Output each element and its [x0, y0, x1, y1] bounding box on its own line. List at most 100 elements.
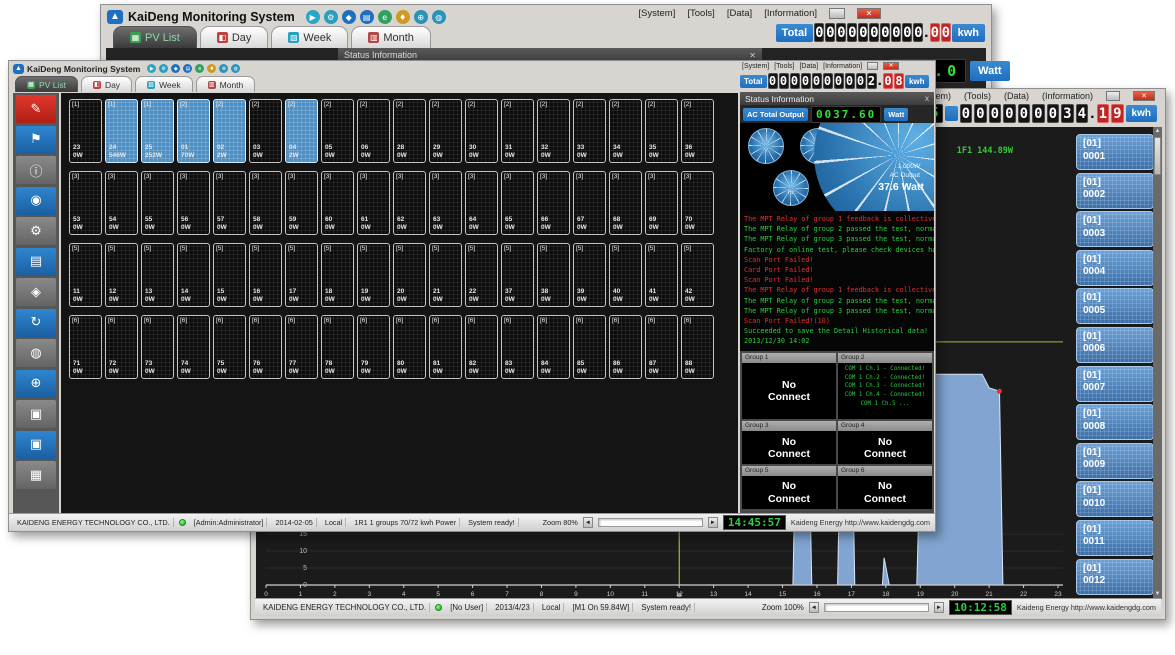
website-link[interactable]: Kaideng Energy http://www.kaidengdg.com: [1017, 603, 1156, 612]
pv-module-cell[interactable]: [5]390W: [573, 243, 606, 307]
inverter-list-item[interactable]: [01]0008: [1076, 404, 1154, 440]
lock-icon[interactable]: ◆: [171, 64, 180, 73]
tab-pv-list[interactable]: ▦PV List: [113, 26, 197, 48]
pv-module-cell[interactable]: [2]350W: [645, 99, 678, 163]
pv-module-cell[interactable]: [6]750W: [213, 315, 246, 379]
pv-module-cell[interactable]: [5]370W: [501, 243, 534, 307]
zoom-in-button[interactable]: ►: [934, 602, 944, 613]
tab-month[interactable]: ▥Month: [196, 76, 256, 92]
pv-module-cell[interactable]: [2]280W: [393, 99, 426, 163]
drop-icon[interactable]: ◍: [16, 339, 56, 367]
pv-module-cell[interactable]: [2]042W: [285, 99, 318, 163]
pv-module-cell[interactable]: [6]810W: [429, 315, 462, 379]
minimize-button[interactable]: [1106, 91, 1120, 101]
pv-module-cell[interactable]: [6]730W: [141, 315, 174, 379]
pv-module-cell[interactable]: [2]290W: [429, 99, 462, 163]
pv-module-cell[interactable]: [5]210W: [429, 243, 462, 307]
pv-module-cell[interactable]: [6]870W: [645, 315, 678, 379]
pv-module-cell[interactable]: [2]320W: [537, 99, 570, 163]
pv-module-cell[interactable]: [3]640W: [465, 171, 498, 235]
pv-module-cell[interactable]: [3]680W: [609, 171, 642, 235]
pv-module-cell[interactable]: [3]550W: [141, 171, 174, 235]
list-scrollbar[interactable]: ▲ ▼: [1153, 127, 1162, 599]
pv-module-cell[interactable]: [5]130W: [141, 243, 174, 307]
pv-module-cell[interactable]: [6]760W: [249, 315, 282, 379]
book-icon[interactable]: ▤: [360, 10, 374, 24]
pv-module-cell[interactable]: [6]860W: [609, 315, 642, 379]
pv-module-cell[interactable]: [2]060W: [357, 99, 390, 163]
pv-module-cell[interactable]: [3]670W: [573, 171, 606, 235]
flag-icon[interactable]: ⚑: [16, 126, 56, 154]
pv-module-cell[interactable]: [2]300W: [465, 99, 498, 163]
inverter-list-item[interactable]: [01]0002: [1076, 173, 1154, 209]
pv-module-cell[interactable]: [2]310W: [501, 99, 534, 163]
pv-module-cell[interactable]: [3]630W: [429, 171, 462, 235]
pv-module-cell[interactable]: [2]050W: [321, 99, 354, 163]
pv-module-cell[interactable]: [6]720W: [105, 315, 138, 379]
pv-module-cell[interactable]: [1]24546W: [105, 99, 138, 163]
pv-module-cell[interactable]: [5]380W: [537, 243, 570, 307]
pv-module-cell[interactable]: [6]840W: [537, 315, 570, 379]
menu-data[interactable]: [Data]: [727, 8, 752, 19]
shield-icon[interactable]: ◈: [16, 278, 56, 306]
inverter-list-item[interactable]: [01]0003: [1076, 211, 1154, 247]
pin-icon[interactable]: ♦: [207, 64, 216, 73]
inverter-list-item[interactable]: [01]0011: [1076, 520, 1154, 556]
pv-module-cell[interactable]: [2]030W: [249, 99, 282, 163]
pv-module-cell[interactable]: [6]800W: [393, 315, 426, 379]
tab-week[interactable]: ▧Week: [271, 26, 348, 48]
scroll-up-icon[interactable]: ▲: [1155, 127, 1161, 136]
lock-icon[interactable]: ◆: [342, 10, 356, 24]
tab-day[interactable]: ◧Day: [81, 76, 132, 92]
pv-module-cell[interactable]: [1]25252W: [141, 99, 174, 163]
menu-tools[interactable]: (Tools): [964, 91, 991, 101]
menu-data[interactable]: [Data]: [799, 63, 818, 70]
pv-module-cell[interactable]: [3]660W: [537, 171, 570, 235]
pv-module-cell[interactable]: [5]410W: [645, 243, 678, 307]
save-icon[interactable]: ▦: [16, 461, 56, 489]
close-button[interactable]: ✕: [857, 8, 881, 19]
pv-module-cell[interactable]: [5]420W: [681, 243, 714, 307]
zoom-out-button[interactable]: ◄: [809, 602, 819, 613]
book-icon[interactable]: ▤: [183, 64, 192, 73]
pv-module-cell[interactable]: [3]590W: [285, 171, 318, 235]
pv-module-cell[interactable]: [5]200W: [393, 243, 426, 307]
inverter-list-item[interactable]: [01]0009: [1076, 443, 1154, 479]
pv-module-cell[interactable]: [5]180W: [321, 243, 354, 307]
info-icon[interactable]: ⓘ: [16, 156, 56, 184]
settings-icon[interactable]: ⚙: [324, 10, 338, 24]
pv-module-cell[interactable]: [3]690W: [645, 171, 678, 235]
website-link[interactable]: Kaideng Energy http://www.kaidengdg.com: [791, 518, 930, 527]
pv-module-cell[interactable]: [6]880W: [681, 315, 714, 379]
e-icon[interactable]: e: [195, 64, 204, 73]
pv-module-cell[interactable]: [3]700W: [681, 171, 714, 235]
network-icon[interactable]: ⊕: [16, 370, 56, 398]
zoom-slider[interactable]: [824, 603, 929, 612]
pv-module-cell[interactable]: [2]022W: [213, 99, 246, 163]
pv-module-cell[interactable]: [5]120W: [105, 243, 138, 307]
pv-module-cell[interactable]: [6]770W: [285, 315, 318, 379]
pv-module-cell[interactable]: [1]230W: [69, 99, 102, 163]
pv-module-cell[interactable]: [2]360W: [681, 99, 714, 163]
pv-module-cell[interactable]: [3]600W: [321, 171, 354, 235]
pen-icon[interactable]: ✎: [16, 95, 56, 123]
pv-module-cell[interactable]: [2]330W: [573, 99, 606, 163]
e-icon[interactable]: e: [378, 10, 392, 24]
inverter-list-item[interactable]: [01]0001: [1076, 134, 1154, 170]
pv-module-cell[interactable]: [5]170W: [285, 243, 318, 307]
pv-module-cell[interactable]: [6]780W: [321, 315, 354, 379]
menu-system[interactable]: [System]: [638, 8, 675, 19]
scrollbar-thumb[interactable]: [1154, 137, 1161, 175]
pv-module-cell[interactable]: [5]160W: [249, 243, 282, 307]
pv-module-cell[interactable]: [3]530W: [69, 171, 102, 235]
tab-month[interactable]: ▥Month: [351, 26, 431, 48]
pv-module-cell[interactable]: [6]830W: [501, 315, 534, 379]
minimize-button[interactable]: [867, 62, 878, 70]
tab-day[interactable]: ◧Day: [200, 26, 269, 48]
pv-module-cell[interactable]: [3]570W: [213, 171, 246, 235]
zoom-in-icon[interactable]: ⊕: [219, 64, 228, 73]
globe-icon[interactable]: ◍: [432, 10, 446, 24]
zoom-out-button[interactable]: ◄: [583, 517, 593, 528]
camera-icon[interactable]: ▣: [16, 400, 56, 428]
zoom-in-icon[interactable]: ⊕: [414, 10, 428, 24]
